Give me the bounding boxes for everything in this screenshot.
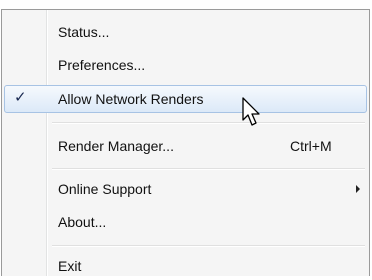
menu-item-label: Status... — [58, 24, 110, 40]
checkmark-icon: ✓ — [14, 89, 27, 106]
menu-item-status[interactable]: Status... — [4, 18, 367, 46]
context-menu: Status... Preferences... ✓ Allow Network… — [1, 9, 370, 276]
menu-item-label: Allow Network Renders — [58, 91, 204, 107]
menu-separator — [52, 168, 365, 170]
menu-item-label: About... — [58, 214, 107, 230]
menu-separator — [52, 122, 365, 124]
menu-separator — [52, 245, 365, 247]
menu-item-label: Render Manager... — [58, 138, 174, 154]
menu-item-online-support[interactable]: Online Support — [4, 175, 367, 203]
menu-item-about[interactable]: About... — [4, 208, 367, 236]
mouse-pointer-icon — [242, 97, 260, 126]
menu-item-label: Online Support — [58, 181, 152, 197]
menu-item-preferences[interactable]: Preferences... — [4, 51, 367, 79]
menu-item-label: Preferences... — [58, 57, 146, 73]
menu-item-render-manager[interactable]: Render Manager... Ctrl+M — [4, 132, 367, 160]
submenu-arrow-icon — [356, 185, 360, 193]
menu-item-shortcut: Ctrl+M — [290, 138, 332, 154]
menu-item-allow-network-renders[interactable]: ✓ Allow Network Renders — [4, 85, 367, 113]
